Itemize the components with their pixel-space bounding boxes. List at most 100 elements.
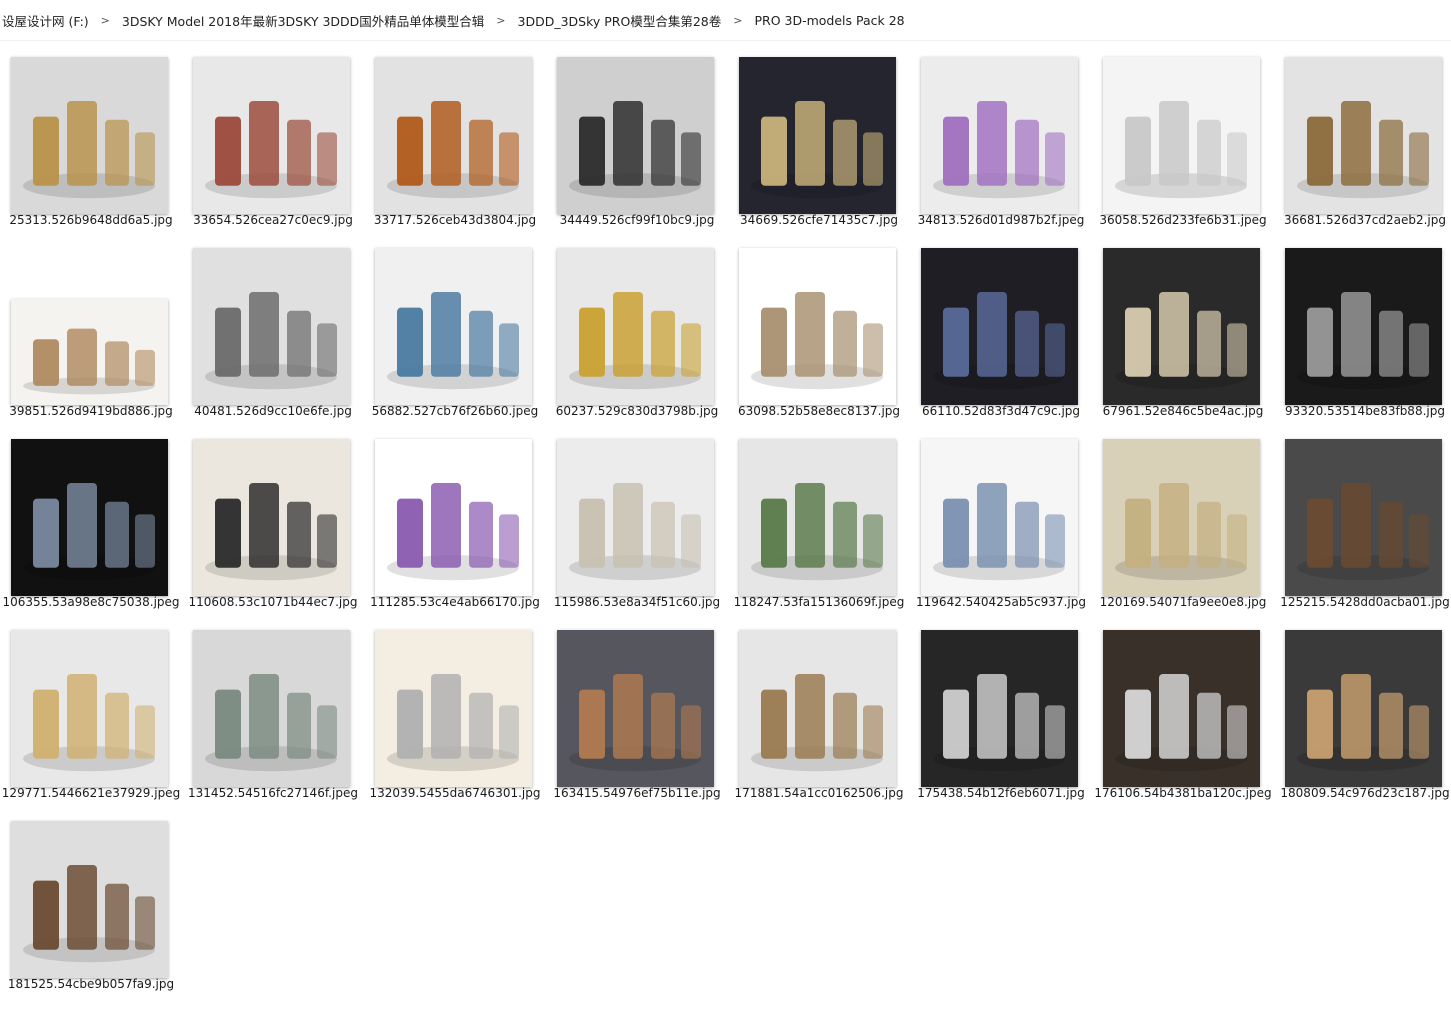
file-thumbnail [11, 439, 168, 596]
file-item[interactable]: 175438.54b12f6eb6071.jpg [910, 621, 1092, 812]
file-item[interactable]: 180809.54c976d23c187.jpg [1274, 621, 1451, 812]
image-preview-icon [193, 57, 350, 214]
image-preview-icon [375, 57, 532, 214]
file-thumbnail [1285, 439, 1442, 596]
image-preview-icon [375, 439, 532, 596]
image-preview-icon [193, 439, 350, 596]
file-item[interactable]: 171881.54a1cc0162506.jpg [728, 621, 910, 812]
file-thumbnail [1285, 57, 1442, 214]
image-preview-icon [1285, 439, 1442, 596]
file-name: 56882.527cb76f26b60.jpeg [371, 404, 539, 418]
file-name: 175438.54b12f6eb6071.jpg [917, 786, 1085, 800]
file-name: 118247.53fa15136069f.jpeg [733, 595, 905, 609]
file-thumbnail [193, 248, 350, 405]
image-preview-icon [1103, 630, 1260, 787]
image-preview-icon [1103, 57, 1260, 214]
file-item[interactable]: 106355.53a98e8c75038.jpeg [0, 430, 182, 621]
file-thumbnail [1103, 630, 1260, 787]
image-preview-icon [193, 630, 350, 787]
file-name: 93320.53514be83fb88.jpg [1285, 404, 1445, 418]
file-name: 106355.53a98e8c75038.jpeg [2, 595, 180, 609]
file-item[interactable]: 33717.526ceb43d3804.jpg [364, 48, 546, 239]
file-thumbnail [375, 630, 532, 787]
file-thumbnail [1103, 439, 1260, 596]
file-item[interactable]: 176106.54b4381ba120c.jpeg [1092, 621, 1274, 812]
file-item[interactable]: 118247.53fa15136069f.jpeg [728, 430, 910, 621]
image-preview-icon [193, 248, 350, 405]
image-preview-icon [375, 248, 532, 405]
file-name: 176106.54b4381ba120c.jpeg [1094, 786, 1272, 800]
file-name: 180809.54c976d23c187.jpg [1280, 786, 1450, 800]
file-name: 36681.526d37cd2aeb2.jpg [1284, 213, 1446, 227]
file-item[interactable]: 110608.53c1071b44ec7.jpg [182, 430, 364, 621]
file-thumbnail [193, 439, 350, 596]
image-preview-icon [557, 248, 714, 405]
file-name: 132039.5455da6746301.jpg [369, 786, 541, 800]
file-name: 125215.5428dd0acba01.jpg [1280, 595, 1450, 609]
file-item[interactable]: 111285.53c4e4ab66170.jpg [364, 430, 546, 621]
file-thumbnail [557, 248, 714, 405]
file-item[interactable]: 125215.5428dd0acba01.jpg [1274, 430, 1451, 621]
file-thumbnail [1285, 630, 1442, 787]
file-item[interactable]: 34449.526cf99f10bc9.jpg [546, 48, 728, 239]
file-name: 115986.53e8a34f51c60.jpg [553, 595, 721, 609]
file-item[interactable]: 63098.52b58e8ec8137.jpg [728, 239, 910, 430]
file-name: 63098.52b58e8ec8137.jpg [737, 404, 901, 418]
file-thumbnail [739, 630, 896, 787]
file-item[interactable]: 119642.540425ab5c937.jpg [910, 430, 1092, 621]
image-preview-icon [921, 439, 1078, 596]
image-preview-icon [375, 630, 532, 787]
file-thumbnail [557, 57, 714, 214]
file-item[interactable]: 115986.53e8a34f51c60.jpg [546, 430, 728, 621]
file-name: 33717.526ceb43d3804.jpg [373, 213, 537, 227]
file-name: 119642.540425ab5c937.jpg [916, 595, 1086, 609]
file-item[interactable]: 163415.54976ef75b11e.jpg [546, 621, 728, 812]
image-preview-icon [11, 57, 168, 214]
image-preview-icon [1103, 439, 1260, 596]
file-item[interactable]: 129771.5446621e37929.jpeg [0, 621, 182, 812]
file-thumbnail [193, 630, 350, 787]
image-preview-icon [739, 630, 896, 787]
file-item[interactable]: 181525.54cbe9b057fa9.jpg [0, 812, 182, 1003]
file-item[interactable]: 120169.54071fa9ee0e8.jpg [1092, 430, 1274, 621]
image-preview-icon [1285, 57, 1442, 214]
file-item[interactable]: 60237.529c830d3798b.jpg [546, 239, 728, 430]
file-item[interactable]: 40481.526d9cc10e6fe.jpg [182, 239, 364, 430]
file-name: 131452.54516fc27146f.jpeg [188, 786, 358, 800]
file-thumbnail [375, 439, 532, 596]
image-preview-icon [557, 630, 714, 787]
file-name: 36058.526d233fe6b31.jpeg [1099, 213, 1267, 227]
file-name: 67961.52e846c5be4ac.jpg [1102, 404, 1264, 418]
file-item[interactable]: 36058.526d233fe6b31.jpeg [1092, 48, 1274, 239]
image-preview-icon [921, 630, 1078, 787]
file-item[interactable]: 66110.52d83f3d47c9c.jpg [910, 239, 1092, 430]
file-item[interactable]: 34813.526d01d987b2f.jpeg [910, 48, 1092, 239]
file-name: 181525.54cbe9b057fa9.jpg [7, 977, 175, 991]
image-preview-icon [11, 821, 168, 978]
file-thumbnail [11, 299, 168, 405]
file-item[interactable]: 36681.526d37cd2aeb2.jpg [1274, 48, 1451, 239]
image-preview-icon [1285, 630, 1442, 787]
file-thumbnail [921, 248, 1078, 405]
file-item[interactable]: 25313.526b9648dd6a5.jpg [0, 48, 182, 239]
file-name: 163415.54976ef75b11e.jpg [553, 786, 721, 800]
file-item[interactable]: 56882.527cb76f26b60.jpeg [364, 239, 546, 430]
file-name: 39851.526d9419bd886.jpg [9, 404, 173, 418]
file-name: 33654.526cea27c0ec9.jpg [193, 213, 353, 227]
file-name: 171881.54a1cc0162506.jpg [734, 786, 904, 800]
file-item[interactable]: 132039.5455da6746301.jpg [364, 621, 546, 812]
file-thumbnail [11, 821, 168, 978]
file-item[interactable]: 93320.53514be83fb88.jpg [1274, 239, 1451, 430]
image-preview-icon [921, 57, 1078, 214]
file-thumbnail [921, 439, 1078, 596]
file-item[interactable]: 39851.526d9419bd886.jpg [0, 239, 182, 430]
file-thumbnail [1285, 248, 1442, 405]
image-preview-icon [11, 630, 168, 787]
file-item[interactable]: 131452.54516fc27146f.jpeg [182, 621, 364, 812]
file-item[interactable]: 34669.526cfe71435c7.jpg [728, 48, 910, 239]
file-thumbnail [739, 57, 896, 214]
file-item[interactable]: 33654.526cea27c0ec9.jpg [182, 48, 364, 239]
file-thumbnail [1103, 248, 1260, 405]
file-item[interactable]: 67961.52e846c5be4ac.jpg [1092, 239, 1274, 430]
image-preview-icon [557, 439, 714, 596]
